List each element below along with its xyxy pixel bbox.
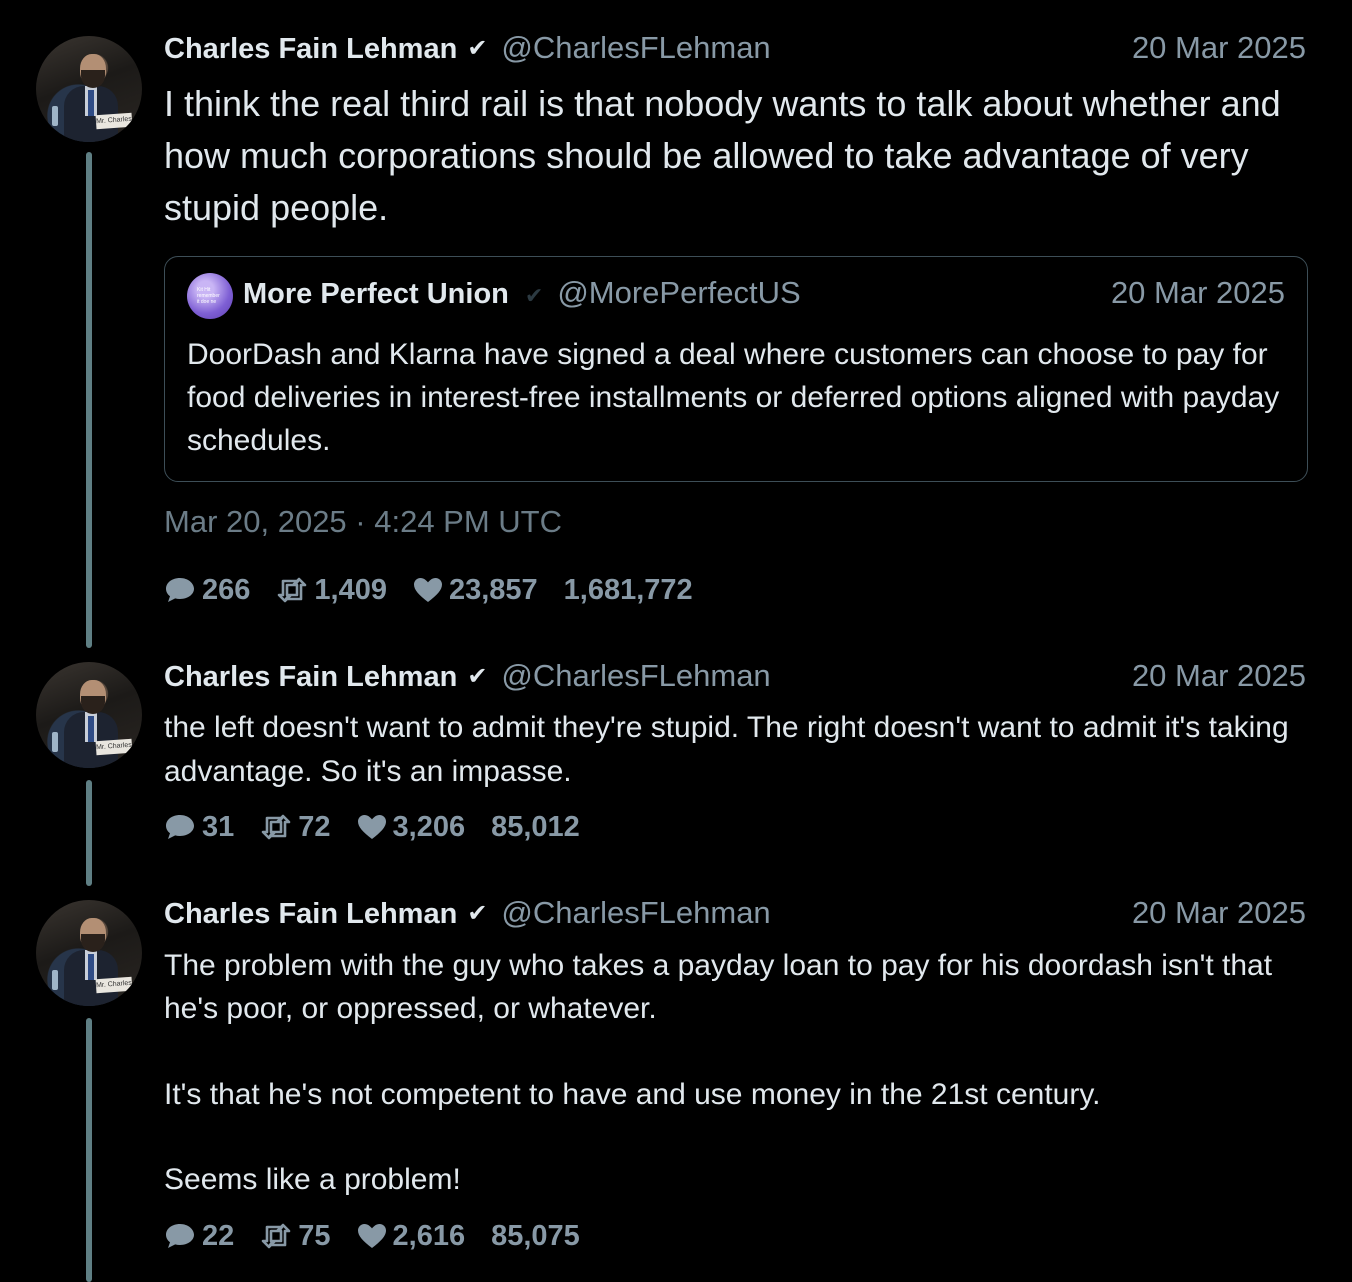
heart-icon xyxy=(357,1224,386,1248)
reply-count: 22 xyxy=(202,1219,235,1252)
tweet-timestamp[interactable]: Mar 20, 2025 · 4:24 PM UTC xyxy=(164,504,562,540)
checkmark-icon: ✔ xyxy=(467,35,488,62)
speech-bubble-icon xyxy=(166,815,194,839)
thread-line xyxy=(86,1018,92,1282)
checkmark-icon: ✔ xyxy=(467,900,488,927)
like-count: 3,206 xyxy=(392,810,466,843)
author-name[interactable]: Charles Fain Lehman xyxy=(164,898,457,930)
avatar-placard: Mr. Charles xyxy=(95,976,133,994)
author-name[interactable]: Charles Fain Lehman xyxy=(164,661,457,693)
view-count: 85,075 xyxy=(491,1219,580,1252)
thread-line xyxy=(86,152,92,648)
retweet-button[interactable]: 75 xyxy=(260,1219,331,1253)
reply-button[interactable]: 31 xyxy=(164,811,234,844)
avatar[interactable]: Mr. Charles xyxy=(36,900,142,1006)
checkmark-icon: ✔ xyxy=(467,663,488,690)
reply-button[interactable]: 22 xyxy=(164,1220,234,1253)
tweet-date[interactable]: 20 Mar 2025 xyxy=(1132,895,1306,931)
author-handle[interactable]: @CharlesFLehman xyxy=(501,30,770,65)
reply-button[interactable]: 266 xyxy=(164,574,250,607)
heart-icon xyxy=(357,815,386,839)
retweet-count: 75 xyxy=(298,1219,331,1252)
tweet-header: Charles Fain Lehman ✔ @CharlesFLehman 20 M… xyxy=(164,30,1306,70)
reply-count: 31 xyxy=(202,810,235,843)
quote-header: More Perfect Union ✔ @MorePerfectUS 20 Mar… xyxy=(243,275,1285,311)
retweet-count: 72 xyxy=(298,810,331,843)
quoted-tweet[interactable]: Kit Hit remember it doe ne More Perfect … xyxy=(164,256,1308,482)
thread-line xyxy=(86,780,92,886)
view-count: 85,012 xyxy=(491,810,580,843)
like-count: 2,616 xyxy=(392,1219,466,1252)
retweet-icon xyxy=(278,577,307,603)
quote-avatar-text: Kit Hit remember it doe ne xyxy=(197,287,220,305)
tweet-paragraph: Seems like a problem! xyxy=(164,1163,461,1196)
speech-bubble-icon xyxy=(166,578,194,602)
tweet-stats: 22 75 2,616 85,075 xyxy=(164,1216,606,1256)
like-button[interactable]: 23,857 xyxy=(413,574,538,607)
quote-author-handle: @MorePerfectUS xyxy=(557,275,801,310)
retweet-icon xyxy=(261,814,291,840)
view-count: 1,681,772 xyxy=(563,573,693,606)
tweet-paragraph: It's that he's not competent to have and… xyxy=(164,1078,1101,1111)
quote-author-name: More Perfect Union xyxy=(243,278,509,310)
avatar[interactable]: Mr. Charles xyxy=(36,662,142,768)
speech-bubble-icon xyxy=(166,1224,194,1248)
tweet-stats: 266 1,409 23,857 1,681,772 xyxy=(164,570,719,610)
tweet-date[interactable]: 20 Mar 2025 xyxy=(1132,658,1306,694)
quote-avatar: Kit Hit remember it doe ne xyxy=(187,273,233,319)
avatar[interactable]: Mr. Charles xyxy=(36,36,142,142)
tweet-stats: 31 72 3,206 85,012 xyxy=(164,807,606,847)
like-button[interactable]: 2,616 xyxy=(357,1219,466,1253)
tweet-text: I think the real third rail is that nobo… xyxy=(164,83,1281,228)
retweet-icon xyxy=(261,1223,291,1249)
heart-icon xyxy=(413,578,442,602)
retweet-button[interactable]: 72 xyxy=(260,810,331,844)
retweet-button[interactable]: 1,409 xyxy=(276,574,387,607)
checkmark-icon: ✔ xyxy=(524,283,544,308)
tweet-header: Charles Fain Lehman ✔ @CharlesFLehman 20 M… xyxy=(164,658,1306,698)
avatar-placard: Mr. Charles xyxy=(95,738,133,756)
tweet-text: the left doesn't want to admit they're s… xyxy=(164,711,1289,788)
retweet-count: 1,409 xyxy=(314,573,387,606)
quote-date: 20 Mar 2025 xyxy=(1110,275,1285,310)
like-button[interactable]: 3,206 xyxy=(357,810,466,844)
author-handle[interactable]: @CharlesFLehman xyxy=(501,658,770,693)
author-name[interactable]: Charles Fain Lehman xyxy=(164,33,457,65)
author-handle[interactable]: @CharlesFLehman xyxy=(501,895,770,930)
tweet-paragraph: The problem with the guy who takes a pay… xyxy=(164,949,1273,1025)
quote-text: DoorDash and Klarna have signed a deal w… xyxy=(187,338,1280,457)
tweet-date[interactable]: 20 Mar 2025 xyxy=(1132,30,1306,66)
tweet-header: Charles Fain Lehman ✔ @CharlesFLehman 20 M… xyxy=(164,895,1306,935)
reply-count: 266 xyxy=(202,573,251,606)
avatar-placard: Mr. Charles xyxy=(95,112,133,130)
like-count: 23,857 xyxy=(448,573,538,606)
